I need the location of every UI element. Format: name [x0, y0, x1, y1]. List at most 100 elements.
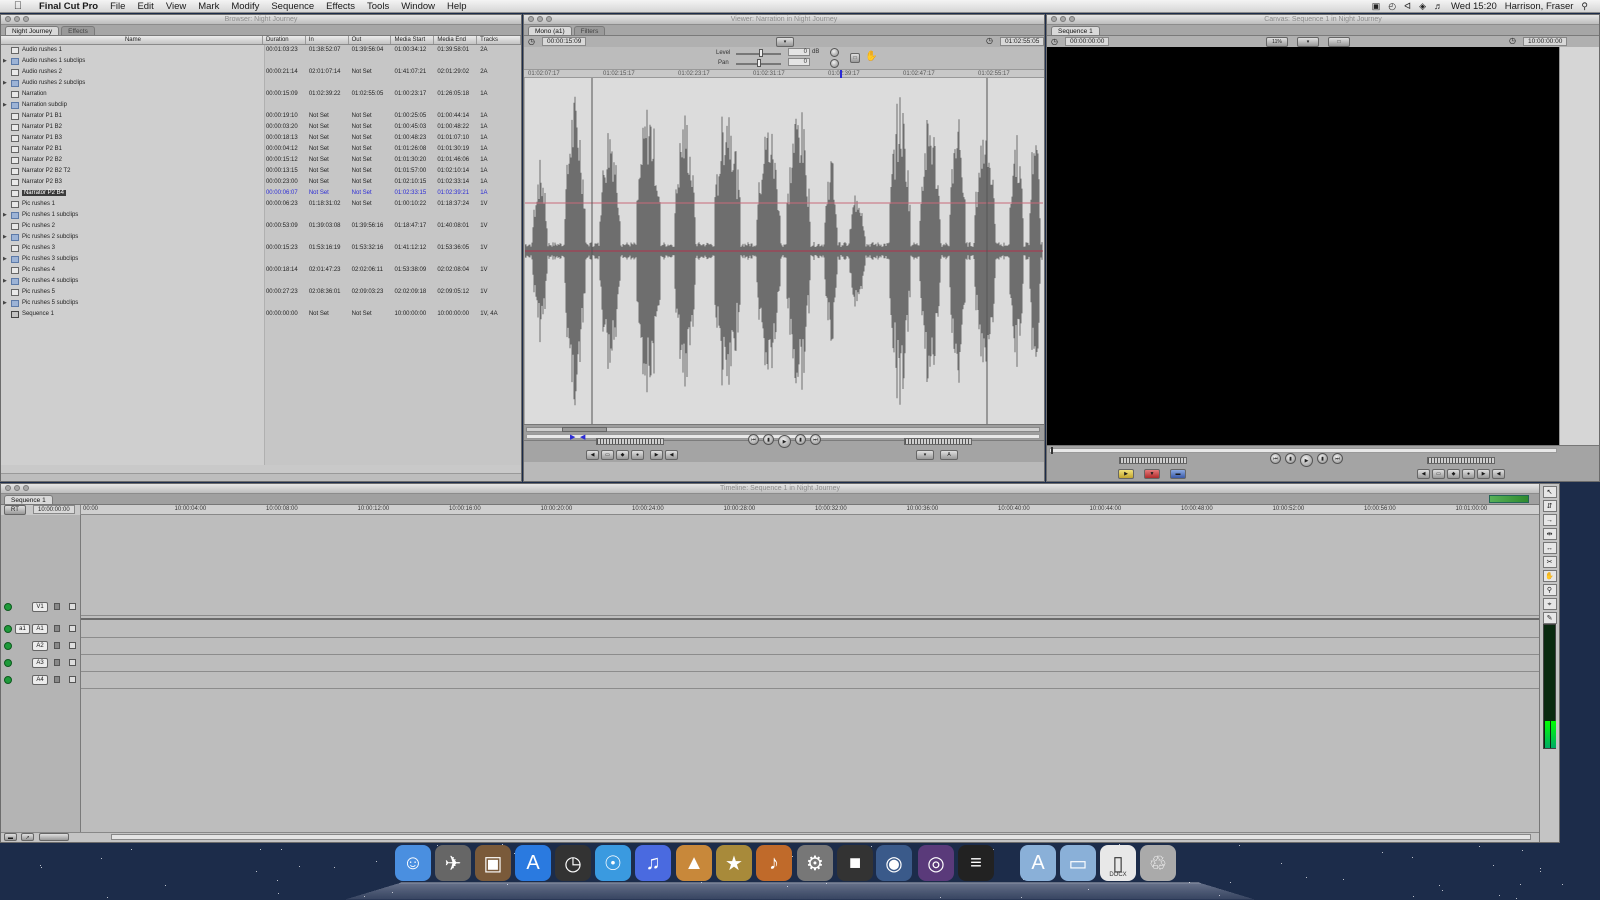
tab-mono-a1[interactable]: Mono (a1) [528, 26, 572, 35]
system-preferences-icon[interactable]: ⚙ [797, 845, 833, 881]
canvas-play-around-button[interactable]: ▮ [1317, 453, 1328, 464]
imovie-icon[interactable]: ★ [716, 845, 752, 881]
zoom-tool-icon[interactable]: ⚲ [1542, 584, 1557, 596]
clip-row[interactable]: Narrator P2 B2 00:00:15:12 Not Set Not Set 0… [1, 155, 521, 166]
clip-row[interactable]: Narrator P2 B4 00:00:06:07 Not Set Not Set 0… [1, 188, 521, 199]
mark-clip-button[interactable]: ▭ [601, 450, 614, 460]
clip-row[interactable]: Pic rushes 5 00:00:27:23 02:08:36:01 02:09:… [1, 287, 521, 298]
menu-user[interactable]: Harrison, Fraser [1505, 1, 1574, 12]
viewer-play-button[interactable]: ▶ [778, 435, 791, 448]
overwrite-edit-button[interactable]: ▼ [1144, 469, 1160, 479]
selection-tool-icon[interactable]: ↖ [1542, 486, 1557, 498]
tab-filters[interactable]: Filters [573, 26, 606, 35]
hand-tool-icon[interactable]: ✋ [1542, 570, 1557, 582]
canvas-next-edit-button[interactable]: ⏭ [1332, 453, 1343, 464]
track-visibility-toggle[interactable] [4, 603, 12, 611]
itunes-icon[interactable]: ♫ [635, 845, 671, 881]
zoom-control[interactable] [39, 833, 69, 841]
drag-hand-icon[interactable]: □ [850, 53, 860, 63]
zoom-button[interactable] [23, 16, 29, 22]
pan-value-field[interactable]: 0 [788, 58, 810, 66]
launchpad-icon[interactable]: ✈ [435, 845, 471, 881]
lock-icon[interactable] [54, 676, 60, 683]
rt-popup-button[interactable]: RT [4, 505, 26, 515]
clip-row[interactable]: Narrator P2 B1 00:00:04:12 Not Set Not Set 0… [1, 144, 521, 155]
column-media-start[interactable]: Media Start [391, 36, 435, 44]
browser-horizontal-scrollbar[interactable] [1, 473, 521, 481]
final-cut-pro-icon[interactable]: ≡ [958, 845, 994, 881]
timeline-ruler[interactable]: 00:00 10:00:04:00 10:00:08:00 10:00:12:00 10… [81, 505, 1539, 515]
bin-row[interactable]: ▶ Pic rushes 2 subclips [1, 232, 521, 243]
slip-tool-icon[interactable]: ↔ [1542, 542, 1557, 554]
track-visibility-toggle[interactable] [4, 625, 12, 633]
safari-icon[interactable]: ☉ [595, 845, 631, 881]
add-keyframe-button[interactable]: ◆ [616, 450, 629, 460]
tab-sequence-1[interactable]: Sequence 1 [1051, 26, 1100, 35]
source-patch[interactable]: a1 [15, 624, 30, 634]
track-visibility-toggle[interactable] [4, 642, 12, 650]
garageband-icon[interactable]: ♪ [756, 845, 792, 881]
time-machine-icon[interactable]: ◴ [1388, 1, 1396, 12]
tab-sequence-1[interactable]: Sequence 1 [4, 495, 53, 504]
clip-row[interactable]: Narrator P1 B3 00:00:18:13 Not Set Not Set 0… [1, 133, 521, 144]
column-duration[interactable]: Duration [263, 36, 306, 44]
shield-icon[interactable]: ▣ [1372, 1, 1381, 12]
track-visibility-toggle[interactable] [4, 659, 12, 667]
menu-edit[interactable]: Edit [131, 1, 159, 12]
timeline-horizontal-scrollbar[interactable] [111, 834, 1531, 840]
mark-out-button[interactable]: ◀ [665, 450, 678, 460]
insert-edit-button[interactable]: ▶ [1118, 469, 1134, 479]
close-button[interactable] [1051, 16, 1057, 22]
canvas-shuttle-control[interactable] [1119, 457, 1187, 464]
facetime-icon[interactable]: ◉ [876, 845, 912, 881]
clip-row[interactable]: Sequence 1 00:00:00:00 Not Set Not Set 10:00… [1, 309, 521, 320]
lock-icon[interactable] [54, 642, 60, 649]
documents-folder-icon[interactable]: ▭ [1060, 845, 1096, 881]
canvas-current-timecode[interactable]: 10:00:00:00 [1523, 37, 1568, 46]
bin-row[interactable]: ▶ Audio rushes 1 subclips [1, 56, 521, 67]
disclosure-triangle-icon[interactable]: ▶ [1, 254, 9, 265]
column-media-end[interactable]: Media End [434, 36, 478, 44]
menu-sequence[interactable]: Sequence [265, 1, 320, 12]
iphoto-icon[interactable]: ▲ [676, 845, 712, 881]
viewer-shuttle-control[interactable] [596, 438, 664, 445]
play-around-button[interactable]: ▮ [795, 434, 806, 445]
match-frame-button[interactable]: ◀ [586, 450, 599, 460]
zoom-button[interactable] [546, 16, 552, 22]
razor-tool-icon[interactable]: ✂ [1542, 556, 1557, 568]
close-button[interactable] [528, 16, 534, 22]
bin-row[interactable]: ▶ Pic rushes 3 subclips [1, 254, 521, 265]
lock-icon[interactable] [54, 625, 60, 632]
timeline-track-area[interactable] [81, 515, 1539, 832]
canvas-mark-clip-button[interactable]: ▭ [1432, 469, 1445, 479]
track-select-tool-icon[interactable]: → [1542, 514, 1557, 526]
column-out[interactable]: Out [349, 36, 392, 44]
minimize-button[interactable] [14, 16, 20, 22]
photo-booth-icon[interactable]: ■ [837, 845, 873, 881]
timeline-titlebar[interactable]: Timeline: Sequence 1 in Night Journey [1, 484, 1559, 494]
track-destination-a3[interactable]: A3 [32, 658, 48, 668]
disclosure-triangle-icon[interactable]: ▶ [1, 276, 9, 287]
render-status-bar[interactable] [1489, 495, 1529, 503]
close-button[interactable] [5, 16, 11, 22]
lock-icon[interactable] [54, 603, 60, 610]
trash-icon[interactable]: ♲ [1140, 845, 1176, 881]
menu-view[interactable]: View [160, 1, 192, 12]
disclosure-triangle-icon[interactable]: ▶ [1, 298, 9, 309]
disclosure-triangle-icon[interactable]: ▶ [1, 78, 9, 89]
menu-modify[interactable]: Modify [225, 1, 265, 12]
canvas-mark-in-button[interactable]: ▶ [1477, 469, 1490, 479]
menu-window[interactable]: Window [395, 1, 441, 12]
pan-slider-thumb[interactable] [757, 59, 761, 67]
menu-effects[interactable]: Effects [320, 1, 361, 12]
track-visibility-toggle[interactable] [4, 676, 12, 684]
track-height-button[interactable]: ▬ [4, 833, 17, 841]
viewer-titlebar[interactable]: Viewer: Narration in Night Journey [524, 15, 1044, 25]
lock-icon[interactable] [54, 659, 60, 666]
app-store-icon[interactable]: A [515, 845, 551, 881]
clip-row[interactable]: Pic rushes 3 00:00:15:23 01:53:16:19 01:53:… [1, 243, 521, 254]
clip-row[interactable]: Narrator P1 B2 00:00:03:20 Not Set Not Set 0… [1, 122, 521, 133]
dashboard-icon[interactable]: ◷ [555, 845, 591, 881]
canvas-previous-edit-button[interactable]: ⏮ [1270, 453, 1281, 464]
hand-drag-icon[interactable]: ✋ [865, 51, 877, 62]
